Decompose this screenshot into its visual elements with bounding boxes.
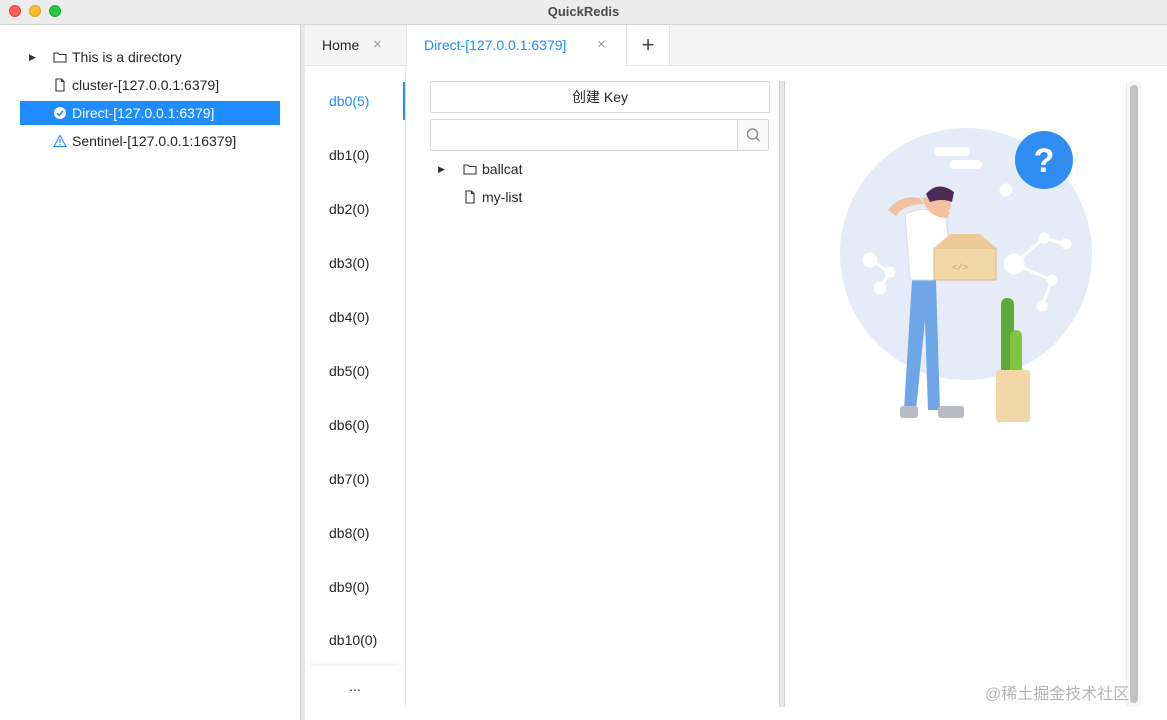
db-item-10[interactable]: db10(0) bbox=[329, 629, 377, 651]
svg-text:?: ? bbox=[1034, 142, 1055, 180]
more-dbs-button[interactable]: ... bbox=[305, 666, 405, 706]
db-item-1[interactable]: db1(0) bbox=[329, 144, 369, 166]
key-search-input[interactable] bbox=[431, 120, 737, 150]
add-tab-button[interactable]: + bbox=[627, 25, 670, 65]
folder-icon bbox=[53, 52, 67, 63]
title-bar: QuickRedis bbox=[0, 0, 1167, 25]
window-title: QuickRedis bbox=[547, 4, 620, 19]
db-list-divider bbox=[405, 66, 406, 706]
key-label: ballcat bbox=[482, 161, 523, 177]
sidebar-item-label: This is a directory bbox=[72, 49, 182, 65]
sidebar-item-directory[interactable]: ▶ This is a directory bbox=[20, 45, 280, 69]
sidebar-item-cluster[interactable]: cluster-[127.0.0.1:6379] bbox=[20, 73, 280, 97]
folder-icon bbox=[463, 164, 477, 175]
close-icon[interactable]: × bbox=[597, 25, 606, 65]
sidebar-item-label: Sentinel-[127.0.0.1:16379] bbox=[72, 133, 237, 149]
close-icon[interactable]: × bbox=[373, 25, 382, 65]
db-item-7[interactable]: db7(0) bbox=[329, 468, 369, 490]
db-item-4[interactable]: db4(0) bbox=[329, 306, 369, 328]
db-item-8[interactable]: db8(0) bbox=[329, 522, 369, 544]
scroll-thumb[interactable] bbox=[1130, 85, 1138, 703]
tab-home[interactable]: Home × bbox=[305, 25, 407, 65]
db-item-6[interactable]: db6(0) bbox=[329, 414, 369, 436]
db-item-0[interactable]: db0(5) bbox=[329, 90, 369, 112]
check-circle-icon bbox=[54, 107, 66, 119]
db-item-5[interactable]: db5(0) bbox=[329, 360, 369, 382]
db-item-3[interactable]: db3(0) bbox=[329, 252, 369, 274]
sidebar-item-label: Direct-[127.0.0.1:6379] bbox=[72, 105, 215, 121]
empty-state-illustration: ? </> bbox=[840, 128, 1092, 422]
caret-right-icon[interactable]: ▶ bbox=[29, 45, 36, 69]
svg-text:</>: </> bbox=[952, 263, 968, 273]
tab-direct[interactable]: Direct-[127.0.0.1:6379] × bbox=[407, 25, 627, 66]
watermark: @稀土掘金技术社区 bbox=[985, 686, 1130, 703]
warning-icon bbox=[53, 134, 67, 148]
sidebar-item-direct[interactable]: Direct-[127.0.0.1:6379] bbox=[20, 101, 280, 125]
sidebar-item-label: cluster-[127.0.0.1:6379] bbox=[72, 77, 220, 93]
db-item-2[interactable]: db2(0) bbox=[329, 198, 369, 220]
database-list: db0(5) db1(0) db2(0) db3(0) db4(0) db5(0… bbox=[305, 66, 405, 720]
key-label: my-list bbox=[482, 189, 523, 205]
db-item-9[interactable]: db9(0) bbox=[329, 576, 369, 598]
file-icon bbox=[465, 190, 475, 204]
content-splitter[interactable] bbox=[779, 81, 785, 707]
content-scrollbar[interactable] bbox=[1126, 81, 1141, 707]
search-icon bbox=[746, 128, 760, 142]
tab-label: Home bbox=[322, 37, 360, 53]
search-button[interactable] bbox=[737, 120, 768, 150]
tab-label: Direct-[127.0.0.1:6379] bbox=[424, 37, 567, 53]
key-search-box bbox=[430, 119, 769, 151]
file-icon bbox=[55, 78, 65, 92]
tab-bar: Home × Direct-[127.0.0.1:6379] × + bbox=[305, 25, 1167, 66]
connection-sidebar: ▶ This is a directory cluster-[127.0.0.1… bbox=[0, 25, 300, 720]
sidebar-item-sentinel[interactable]: Sentinel-[127.0.0.1:16379] bbox=[20, 129, 280, 153]
caret-right-icon[interactable]: ▶ bbox=[438, 157, 445, 181]
create-key-button[interactable]: 创建 Key bbox=[430, 81, 770, 113]
